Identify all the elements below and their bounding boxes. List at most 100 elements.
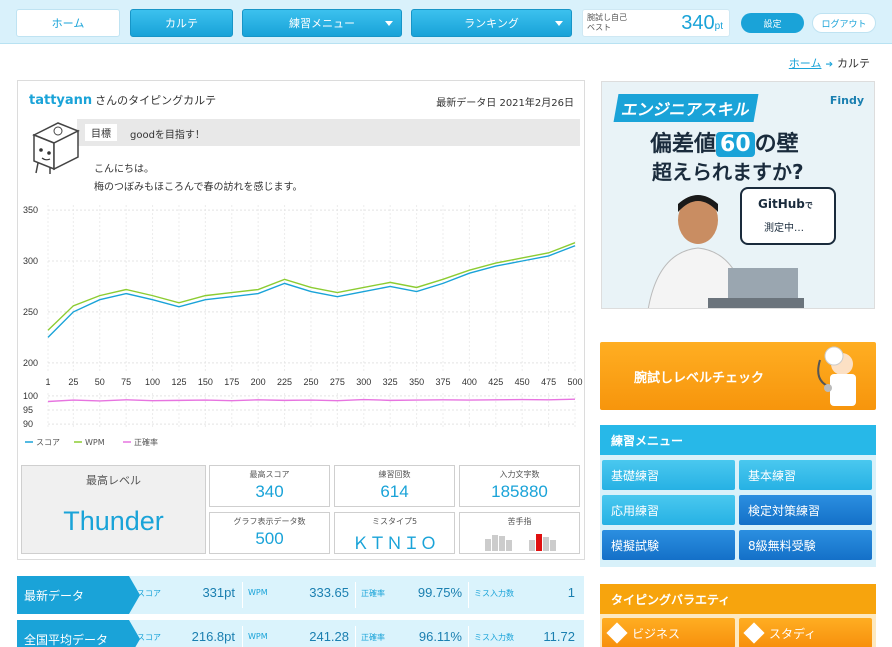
level-check-button[interactable]: 腕試しレベルチェック	[600, 342, 876, 410]
x-tick-label: 100	[145, 377, 160, 387]
karte-title: tattyann さんのタイピングカルテ	[29, 92, 216, 108]
breadcrumb: ホーム ➔ カルテ	[789, 55, 870, 71]
nav-karte-button[interactable]: カルテ	[130, 9, 233, 37]
typing-variety-panel: ビジネス スタディ	[600, 614, 876, 647]
divider	[242, 626, 243, 647]
miss-top5-stat: ミスタイプ5 ＫＴＮＩＯ	[334, 512, 455, 554]
nav-ranking-button[interactable]: ランキング	[411, 9, 572, 37]
weak-finger-label: 苦手指	[507, 517, 532, 526]
weak-finger-chart-icon	[485, 534, 556, 551]
practice-free-exam-button[interactable]: 8級無料受験	[739, 530, 872, 560]
breadcrumb-current: カルテ	[837, 57, 870, 70]
business-icon	[606, 622, 628, 644]
chevron-down-icon	[385, 21, 393, 26]
robot-avatar-icon	[32, 122, 80, 174]
practice-basic-button[interactable]: 基本練習	[739, 460, 872, 490]
self-best-box: 腕試し自己ベスト 340pt	[582, 9, 730, 37]
y-tick-label: 250	[23, 307, 38, 317]
doctor-icon	[817, 346, 856, 406]
practice-menu-header: 練習メニュー	[600, 425, 876, 455]
nav-practice-menu-button[interactable]: 練習メニュー	[242, 9, 402, 37]
miss-top5-label: ミスタイプ5	[371, 517, 418, 526]
miss-top5-value: ＫＴＮＩＯ	[352, 534, 437, 553]
average-wpm: 241.28	[309, 629, 349, 644]
miss-label: ミス入力数	[474, 589, 514, 598]
ad-subheadline: 超えられますか?	[652, 160, 804, 184]
accuracy-label: 正確率	[361, 589, 385, 598]
average-data-row: 全国平均データ スコア 216.8pt WPM 241.28 正確率 96.11…	[17, 620, 584, 647]
greeting-line-2: 梅のつぼみもほころんで春の訪れを感じます。	[94, 182, 303, 193]
x-tick-label: 450	[515, 377, 530, 387]
x-tick-label: 425	[488, 377, 503, 387]
average-score: 216.8pt	[191, 629, 235, 644]
latest-data-date: 最新データ日 2021年2月26日	[436, 98, 574, 109]
average-accuracy: 96.11%	[418, 629, 462, 644]
ad-bubble-main: GitHubで	[758, 197, 813, 211]
practice-count-label: 練習回数	[378, 470, 411, 479]
y-tick-label: 90	[23, 419, 33, 429]
logout-button[interactable]: ログアウト	[812, 13, 876, 33]
practice-mock-exam-button[interactable]: 模擬試験	[602, 530, 735, 560]
breadcrumb-home-link[interactable]: ホーム	[789, 57, 822, 70]
best-score-stat: 最高スコア 340	[209, 465, 330, 507]
variety-study-label: スタディ	[769, 626, 817, 641]
variety-business-button[interactable]: ビジネス	[602, 618, 735, 647]
greeting-line-1: こんにちは。	[94, 164, 154, 175]
input-chars-value: 185880	[491, 482, 548, 501]
self-best-value: 340pt	[681, 12, 723, 34]
divider	[468, 582, 469, 608]
best-score-label: 最高スコア	[249, 470, 290, 479]
max-level-box: 最高レベル Thunder	[21, 465, 206, 554]
typing-history-chart: 1 25 50 75 100 125 150 175 200 225 250 275 300 325 350…	[23, 205, 583, 447]
practice-applied-button[interactable]: 応用練習	[602, 495, 735, 525]
ad-bubble-sub: 測定中…	[764, 223, 804, 234]
y-tick-label: 200	[23, 358, 38, 368]
x-tick-label: 175	[224, 377, 239, 387]
x-tick-label: 500	[567, 377, 582, 387]
x-tick-label: 125	[171, 377, 186, 387]
divider	[242, 582, 243, 608]
legend-label: 正確率	[134, 437, 158, 447]
x-tick-label: 225	[277, 377, 292, 387]
practice-count-stat: 練習回数 614	[334, 465, 455, 507]
x-tick-label: 350	[409, 377, 424, 387]
settings-button[interactable]: 設定	[741, 13, 804, 33]
ad-banner-text: エンジニアスキル	[613, 94, 759, 122]
wpm-label: WPM	[248, 588, 268, 597]
findy-advertisement[interactable]: エンジニアスキル Findy 偏差値 60 の壁 超えられますか? GitHubで …	[601, 81, 875, 309]
study-icon	[743, 622, 765, 644]
miss-label: ミス入力数	[474, 633, 514, 642]
latest-accuracy: 99.75%	[417, 585, 462, 600]
variety-study-button[interactable]: スタディ	[739, 618, 872, 647]
typing-karte-panel: tattyann さんのタイピングカルテ 最新データ日 2021年2月26日 目標…	[17, 80, 585, 560]
username: tattyann	[29, 93, 93, 108]
score-label: スコア	[137, 589, 161, 598]
findy-logo: Findy	[829, 94, 864, 107]
max-level-label: 最高レベル	[86, 474, 141, 487]
weak-finger-stat: 苦手指	[459, 512, 580, 554]
chevron-down-icon	[555, 21, 563, 26]
graph-data-label: グラフ表示データ数	[233, 517, 306, 526]
latest-miss: 1	[567, 585, 575, 600]
nav-ranking-label: ランキング	[464, 17, 519, 30]
typing-variety-header: タイピングバラエティ	[600, 584, 876, 614]
divider	[355, 626, 356, 647]
x-tick-label: 200	[251, 377, 266, 387]
practice-count-value: 614	[380, 482, 409, 501]
top-navigation: ホーム カルテ 練習メニュー ランキング 腕試し自己ベスト 340pt 設定 ロ…	[0, 0, 892, 44]
practice-basic-foundation-button[interactable]: 基礎練習	[602, 460, 735, 490]
legend-label: スコア	[36, 438, 60, 447]
divider	[468, 626, 469, 647]
nav-home-button[interactable]: ホーム	[16, 9, 120, 37]
x-tick-label: 75	[121, 377, 131, 387]
practice-exam-prep-button[interactable]: 検定対策練習	[739, 495, 872, 525]
nav-practice-menu-label: 練習メニュー	[289, 17, 355, 30]
max-level-value: Thunder	[63, 506, 164, 536]
x-tick-label: 400	[462, 377, 477, 387]
ad-speech-bubble: GitHubで 測定中…	[740, 187, 836, 245]
input-chars-stat: 入力文字数 185880	[459, 465, 580, 507]
goal-tag: 目標	[85, 124, 117, 141]
y-tick-label: 350	[23, 205, 38, 215]
x-tick-label: 275	[330, 377, 345, 387]
x-tick-label: 25	[68, 377, 78, 387]
